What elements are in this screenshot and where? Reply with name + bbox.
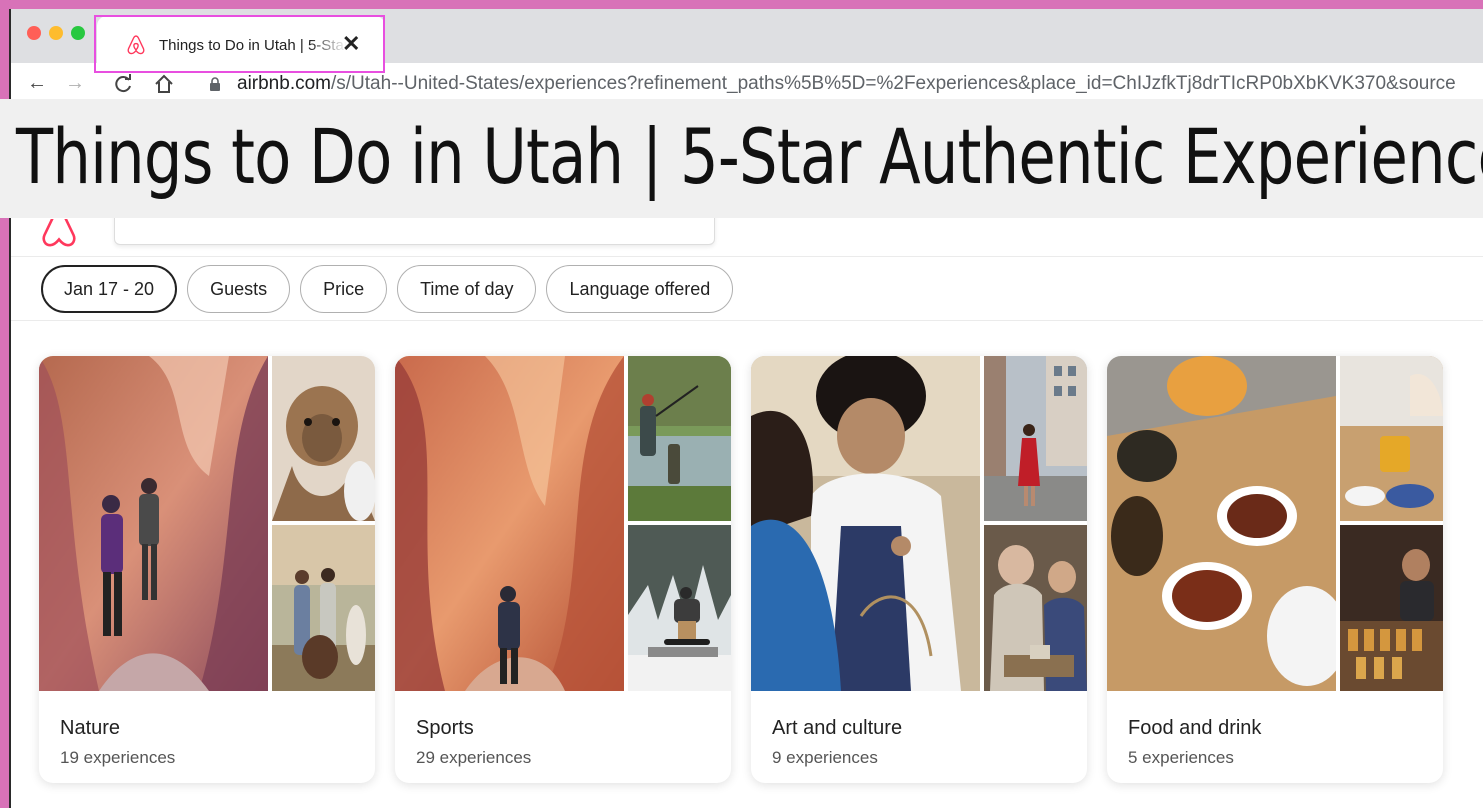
filter-dates[interactable]: Jan 17 - 20 xyxy=(41,265,178,313)
filter-price[interactable]: Price xyxy=(300,265,388,313)
filters-divider xyxy=(11,320,1483,321)
fly-fishing-image xyxy=(628,356,731,521)
title-banner: Things to Do in Utah | 5-Star Authentic … xyxy=(0,99,1483,218)
honey-jar-image xyxy=(1340,356,1443,521)
card-image-collage xyxy=(39,356,375,691)
close-window-button[interactable] xyxy=(27,26,41,40)
url-path: /s/Utah--United-States/experiences?refin… xyxy=(331,73,1456,94)
artisan-workshop-image xyxy=(751,356,980,691)
tab-close-icon[interactable]: ✕ xyxy=(342,31,360,57)
canyon-hikers-image xyxy=(39,356,268,691)
slot-canyon-image xyxy=(395,356,624,691)
category-card-food-and-drink[interactable]: Food and drink 5 experiences xyxy=(1107,356,1443,783)
category-count: 5 experiences xyxy=(1128,748,1234,767)
header-divider xyxy=(11,256,1483,257)
card-image-collage xyxy=(395,356,731,691)
tab-strip: Things to Do in Utah | 5-Star Authentic … xyxy=(11,9,1483,72)
whiskey-tasting-image xyxy=(1340,525,1443,691)
url-domain: airbnb.com xyxy=(237,73,331,94)
category-card-nature[interactable]: Nature 19 experiences xyxy=(39,356,375,783)
lock-icon xyxy=(210,77,220,91)
category-card-art-and-culture[interactable]: Art and culture 9 experiences xyxy=(751,356,1087,783)
couple-with-alpacas-image xyxy=(272,525,375,691)
forward-arrow-icon[interactable]: → xyxy=(65,71,85,95)
card-image-collage xyxy=(1107,356,1443,691)
craft-workshop-image xyxy=(984,525,1087,691)
category-count: 19 experiences xyxy=(60,748,176,767)
filter-time-of-day[interactable]: Time of day xyxy=(397,265,537,313)
filter-language[interactable]: Language offered xyxy=(546,265,734,313)
tab-title: Things to Do in Utah | 5-Star Authentic … xyxy=(159,37,347,54)
category-title: Sports xyxy=(416,717,474,739)
back-arrow-icon[interactable]: ← xyxy=(27,71,47,95)
airbnb-logo-icon xyxy=(127,35,145,55)
minimize-window-button[interactable] xyxy=(49,26,63,40)
tea-tasting-image xyxy=(1107,356,1336,691)
category-card-sports[interactable]: Sports 29 experiences xyxy=(395,356,731,783)
category-title: Nature xyxy=(60,717,121,739)
maximize-window-button[interactable] xyxy=(71,26,85,40)
home-icon[interactable] xyxy=(153,73,175,95)
address-bar[interactable]: airbnb.com/s/Utah--United-States/experie… xyxy=(237,73,1456,95)
snowboarder-image xyxy=(628,525,731,691)
category-title: Art and culture xyxy=(772,717,903,739)
airbnb-logo-icon[interactable] xyxy=(37,219,81,249)
filter-bar: Jan 17 - 20 Guests Price Time of day Lan… xyxy=(41,265,734,315)
category-count: 9 experiences xyxy=(772,748,878,767)
alpaca-image xyxy=(272,356,375,521)
page-title: Things to Do in Utah | 5-Star Authentic … xyxy=(16,112,1483,201)
city-street-woman-image xyxy=(984,356,1087,521)
category-count: 29 experiences xyxy=(416,748,532,767)
category-title: Food and drink xyxy=(1128,717,1262,739)
reload-icon[interactable] xyxy=(112,73,134,95)
card-image-collage xyxy=(751,356,1087,691)
filter-guests[interactable]: Guests xyxy=(187,265,291,313)
